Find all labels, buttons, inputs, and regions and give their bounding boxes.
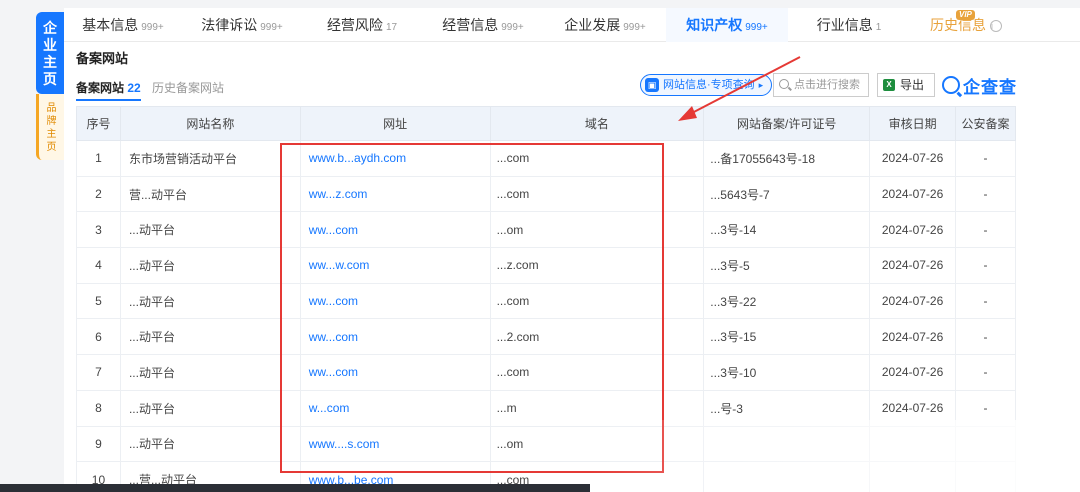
taskbar-strip (0, 484, 590, 492)
screen-fade (590, 420, 1080, 492)
annotation-arrow (678, 56, 801, 121)
